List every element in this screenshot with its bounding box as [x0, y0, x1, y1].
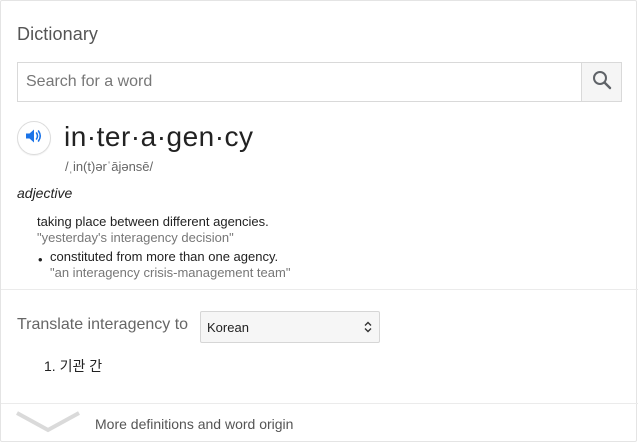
- language-select[interactable]: Korean: [200, 311, 380, 343]
- search-button[interactable]: [581, 63, 621, 101]
- phonetic-spelling: /ˌin(t)ərˈājənsē/: [65, 159, 154, 174]
- definition-bullet: •: [38, 252, 43, 267]
- speaker-icon: [25, 128, 43, 149]
- chevron-down-icon[interactable]: [15, 411, 81, 440]
- example-2: "an interagency crisis-management team": [50, 265, 291, 280]
- translation-result: 1. 기관 간: [44, 358, 103, 374]
- more-definitions-link[interactable]: More definitions and word origin: [95, 416, 293, 432]
- pronounce-button[interactable]: [17, 121, 51, 155]
- select-arrows-icon: [361, 321, 375, 333]
- search-input[interactable]: [18, 63, 581, 101]
- translate-label: Translate interagency to: [17, 316, 189, 333]
- definition-2: constituted from more than one agency.: [50, 249, 279, 264]
- headword: in·ter·a·gen·cy: [64, 121, 254, 152]
- search-box: [17, 62, 622, 102]
- section-divider: [1, 289, 638, 290]
- panel-title: Dictionary: [17, 24, 99, 44]
- search-icon: [592, 70, 612, 95]
- footer-divider: [1, 403, 638, 404]
- example-1: "yesterday's interagency decision": [37, 230, 234, 245]
- language-select-value: Korean: [207, 319, 249, 335]
- part-of-speech: adjective: [17, 185, 73, 201]
- dictionary-card: Dictionary in·ter·a·gen·cy /ˌin(t)ərˈājə…: [0, 0, 638, 442]
- definition-1: taking place between different agencies.: [37, 214, 269, 229]
